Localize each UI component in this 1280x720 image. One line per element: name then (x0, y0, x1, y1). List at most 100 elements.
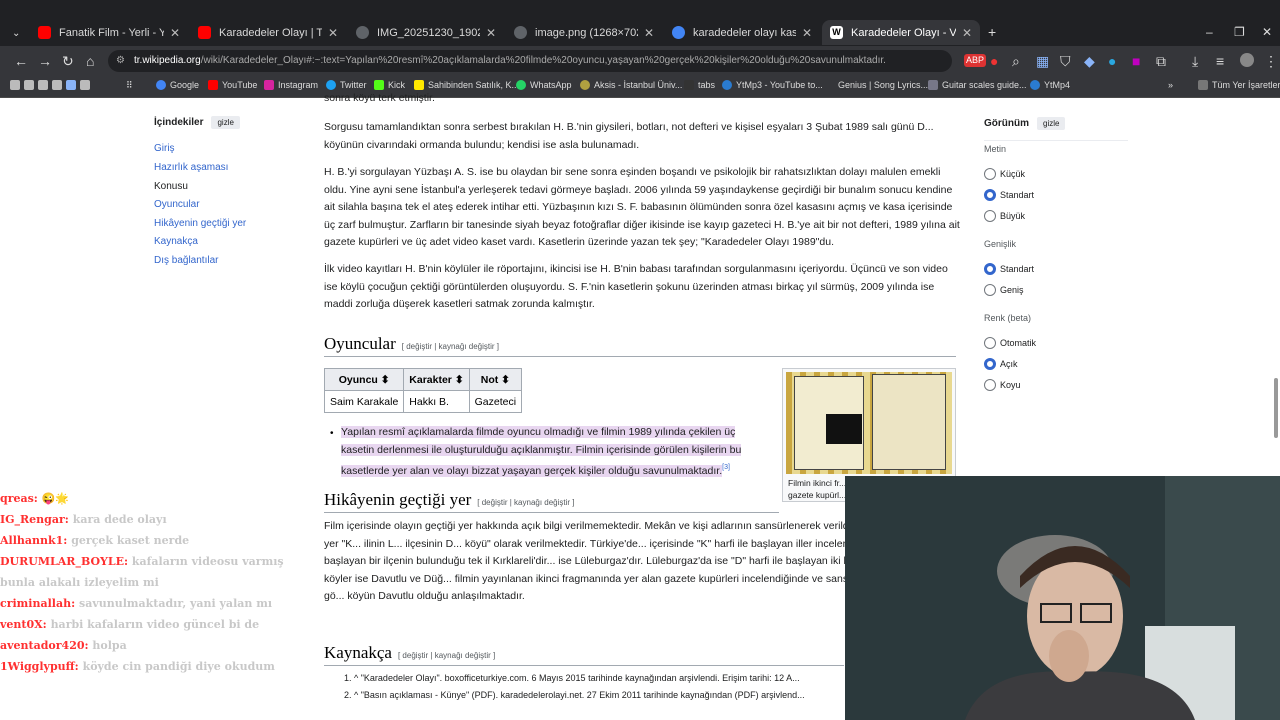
more-bookmarks-icon[interactable]: » (1168, 80, 1173, 90)
download-icon[interactable]: ⤓ (1192, 53, 1198, 69)
toc-item-giris[interactable]: Giriş (154, 143, 175, 154)
toc-item-hikaye[interactable]: Hikâyenin geçtiği yer (154, 218, 246, 229)
bookmark-kick[interactable]: Kick (374, 80, 405, 90)
close-icon[interactable]: ✕ (170, 26, 180, 40)
translate-icon[interactable]: ▦ (1036, 53, 1049, 69)
extension-icon[interactable]: ● (990, 53, 998, 69)
new-tab-icon[interactable]: + (988, 24, 996, 40)
header-text: Karakter (409, 373, 452, 386)
tab-title: Karadedeler Olayı - Vikipedi (851, 26, 956, 39)
extension-icon[interactable]: ● (1108, 53, 1116, 69)
bookmark-sahibinden[interactable]: Sahibinden Satılık, K... (414, 80, 519, 90)
section-heading-hikaye: Hikâyenin geçtiği yer [ değiştir | kaynağ… (324, 490, 575, 510)
restore-icon[interactable]: ❐ (1234, 24, 1245, 40)
radio-kucuk[interactable]: Küçük (984, 168, 1025, 180)
radio-acik[interactable]: Açık (984, 358, 1018, 370)
adblock-icon[interactable]: ABP (964, 54, 987, 67)
webcam-image (845, 476, 1280, 720)
tab-6-active[interactable]: W Karadedeler Olayı - Vikipedi ✕ (822, 20, 980, 45)
bookmark-twitter[interactable]: Twitter (326, 80, 367, 90)
ref-link[interactable]: [3] (722, 464, 730, 471)
radio-label: Koyu (1000, 380, 1021, 390)
reading-list-icon[interactable]: ≡ (1216, 53, 1224, 69)
reference-1[interactable]: 1. ^ "Karadedeler Olayı". boxofficeturki… (344, 670, 844, 688)
scrollbar-thumb[interactable] (1274, 378, 1278, 438)
tab-2[interactable]: Karadedeler Olayı | Türk Korku ✕ (190, 20, 346, 45)
bookmark-ytmp4[interactable]: YtMp4 (1030, 80, 1070, 90)
col-header-karakter[interactable]: Karakter ⬍ (403, 368, 470, 391)
bookmark-google[interactable]: Google (156, 80, 199, 90)
header-text: Not (480, 373, 499, 386)
edit-link[interactable]: [ değiştir | kaynağı değiştir ] (402, 342, 499, 351)
newspaper-image[interactable] (786, 372, 952, 474)
forward-icon[interactable]: → (38, 53, 52, 69)
puzzle-icon[interactable]: ⧉ (1156, 53, 1166, 69)
bookmark-whatsapp[interactable]: WhatsApp (516, 80, 572, 90)
address-bar[interactable]: ⚙ tr.wikipedia.org/wiki/Karadedeler_Olayı… (108, 50, 952, 72)
radio-standart-width[interactable]: Standart (984, 263, 1034, 275)
home-icon[interactable]: ⌂ (86, 53, 94, 69)
tab-search-icon[interactable]: ⌄ (12, 26, 20, 42)
radio-koyu[interactable]: Koyu (984, 379, 1021, 391)
close-icon[interactable]: ✕ (644, 26, 654, 40)
toc-item-hazirlik[interactable]: Hazırlık aşaması (154, 162, 228, 173)
extension-icon[interactable]: ■ (1132, 53, 1140, 69)
bookmark-folders[interactable] (10, 80, 94, 90)
close-icon[interactable]: ✕ (486, 26, 496, 40)
scrollbar[interactable] (1272, 98, 1280, 476)
minimize-icon[interactable]: – (1206, 24, 1213, 40)
search-ext-icon[interactable]: ⌕ (1012, 53, 1020, 69)
shield-icon[interactable]: ⛉ (1060, 53, 1071, 69)
close-icon[interactable]: ✕ (328, 26, 338, 40)
reference-2[interactable]: 2. ^ "Basın açıklaması - Künye" (PDF). k… (344, 687, 844, 705)
toc-item-konusu[interactable]: Konusu (154, 181, 188, 192)
chat-text: 😜🌟 (41, 492, 70, 505)
window-close-icon[interactable]: ✕ (1262, 24, 1272, 40)
all-bookmarks[interactable]: Tüm Yer İşaretleri (1198, 80, 1280, 90)
bookmark-label: YtMp4 (1044, 80, 1071, 90)
tab-3[interactable]: IMG_20251230_190241.png (1) ✕ (348, 20, 504, 45)
chat-user: qreas: (0, 492, 38, 505)
toc-item-oyuncular[interactable]: Oyuncular (154, 199, 200, 210)
bookmark-youtube[interactable]: YouTube (208, 80, 257, 90)
extension-icon[interactable]: ◆ (1084, 53, 1095, 69)
menu-icon[interactable]: ⋮ (1264, 53, 1278, 69)
col-header-oyuncu[interactable]: Oyuncu ⬍ (323, 368, 405, 391)
radio-label: Geniş (1000, 285, 1024, 295)
radio-otomatik[interactable]: Otomatik (984, 337, 1036, 349)
radio-label: Açık (1000, 359, 1018, 369)
url-path: /wiki/Karadedeler_Olayı#:~:text=Yapılan%… (200, 55, 886, 66)
back-icon[interactable]: ← (14, 53, 28, 69)
photo (826, 414, 862, 444)
heading-text: Hikâyenin geçtiği yer (324, 490, 472, 509)
edit-link[interactable]: [ değiştir | kaynağı değiştir ] (398, 651, 495, 660)
bookmark-tabs[interactable]: tabs (684, 80, 715, 90)
reload-icon[interactable]: ↻ (62, 53, 74, 69)
youtube-icon (38, 26, 51, 39)
table-cell: Gazeteci (468, 390, 523, 413)
bookmark-aksis[interactable]: Aksis - İstanbul Üniv... (580, 80, 682, 90)
bookmark-guitar[interactable]: Guitar scales guide... (928, 80, 1027, 90)
close-icon[interactable]: ✕ (802, 26, 812, 40)
toc-item-kaynakca[interactable]: Kaynakça (154, 236, 198, 247)
apps-icon[interactable]: ⠿ (126, 80, 133, 91)
appearance-hide-button[interactable]: gizle (1037, 117, 1066, 130)
col-header-not[interactable]: Not ⬍ (468, 368, 523, 391)
tab-1[interactable]: Fanatik Film - Yerli - YouTube ✕ (30, 20, 188, 45)
avatar[interactable] (1240, 53, 1254, 67)
radio-standart-text[interactable]: Standart (984, 189, 1034, 201)
toc-hide-button[interactable]: gizle (211, 116, 240, 129)
edit-link[interactable]: [ değiştir | kaynağı değiştir ] (477, 498, 574, 507)
site-info-icon[interactable]: ⚙ (116, 50, 125, 72)
radio-circle (984, 189, 996, 201)
radio-buyuk[interactable]: Büyük (984, 210, 1025, 222)
close-icon[interactable]: ✕ (962, 26, 972, 40)
bookmark-instagram[interactable]: Instagram (264, 80, 318, 90)
tab-5[interactable]: karadedeler olayı kasetler gerçe ✕ (664, 20, 820, 45)
tab-4[interactable]: image.png (1268×702) ✕ (506, 20, 662, 45)
toc-item-dis-baglantilar[interactable]: Dış bağlantılar (154, 255, 218, 266)
chat-text: holpa (92, 639, 127, 652)
bookmark-ytmp3[interactable]: YtMp3 - YouTube to... (722, 80, 823, 90)
radio-genis[interactable]: Geniş (984, 284, 1024, 296)
bookmark-genius[interactable]: Genius | Song Lyrics... (838, 80, 928, 90)
